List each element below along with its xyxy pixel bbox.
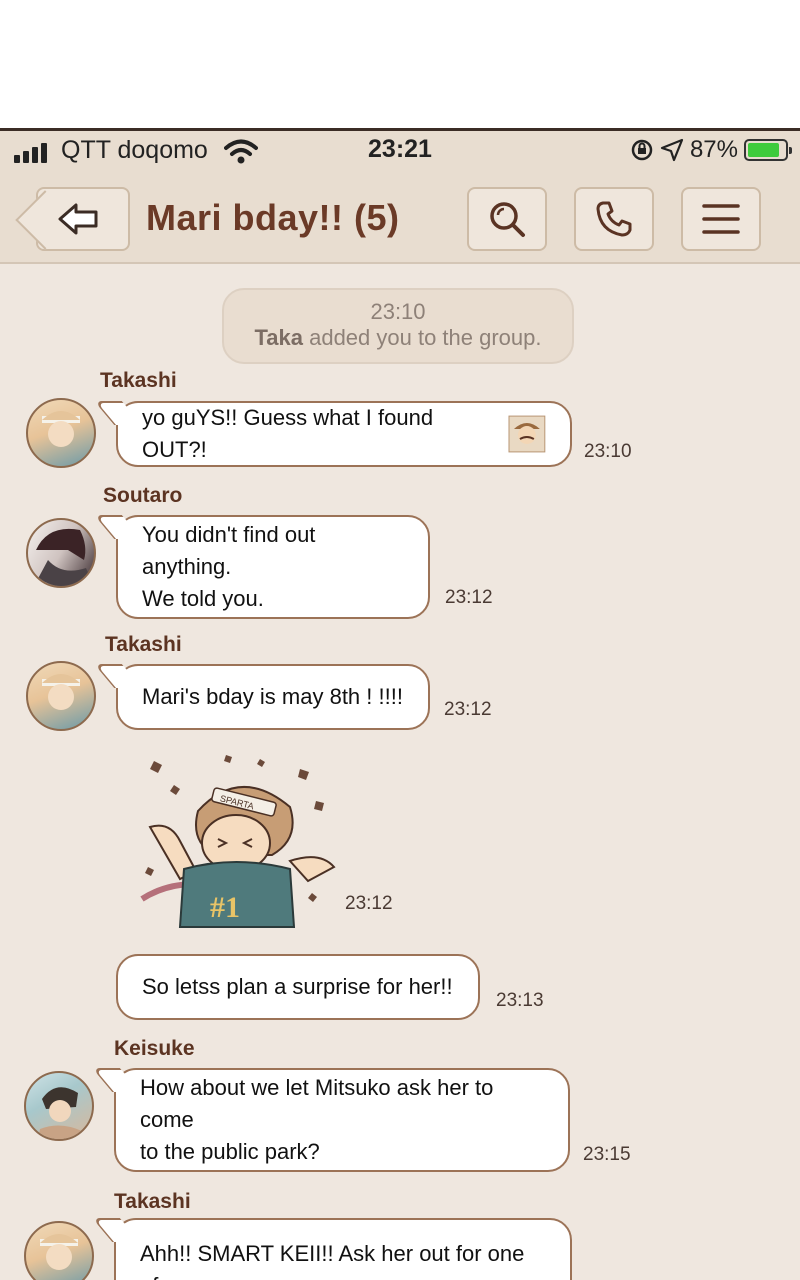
message-time: 23:12 bbox=[444, 699, 492, 720]
message-text-line: We told you. bbox=[142, 586, 264, 611]
system-text: Taka added you to the group. bbox=[224, 325, 572, 351]
avatar[interactable] bbox=[24, 1221, 94, 1280]
phone-icon bbox=[596, 201, 632, 237]
message-text: yo guYS!! Guess what I found OUT?! bbox=[142, 405, 434, 462]
avatar-image bbox=[38, 1087, 82, 1139]
search-button[interactable] bbox=[467, 187, 547, 251]
sender-name: Takashi bbox=[100, 369, 177, 392]
chat-title: Mari bday!! (5) bbox=[146, 197, 400, 238]
chat-header: QTT doqomo 23:21 87% Mari bday!! (5) bbox=[0, 131, 800, 264]
battery-percent: 87% bbox=[689, 136, 738, 163]
menu-icon bbox=[702, 204, 740, 234]
message-text: Ahh!! SMART KEII!! Ask her out for one o… bbox=[140, 1241, 525, 1280]
sender-name: Soutaro bbox=[103, 484, 183, 507]
status-bar: QTT doqomo 23:21 87% bbox=[0, 131, 800, 171]
avatar-image bbox=[34, 528, 94, 586]
system-time: 23:10 bbox=[370, 299, 426, 324]
sender-name: Keisuke bbox=[114, 1037, 195, 1060]
top-blank-area bbox=[0, 0, 800, 128]
message-text-line: You didn't find out anything. bbox=[142, 522, 316, 579]
chat-app: QTT doqomo 23:21 87% Mari bday!! (5) 23:… bbox=[0, 128, 800, 1280]
message-time: 23:10 bbox=[584, 441, 632, 462]
message-text: So letss plan a surprise for her!! bbox=[142, 974, 453, 999]
message-bubble: You didn't find out anything. We told yo… bbox=[116, 515, 430, 619]
avatar-image bbox=[42, 411, 80, 447]
back-button[interactable] bbox=[36, 187, 130, 251]
avatar-image bbox=[40, 1234, 78, 1270]
message-time: 23:13 bbox=[496, 990, 544, 1011]
message-time: 23:15 bbox=[583, 1144, 631, 1165]
system-body: added you to the group. bbox=[302, 325, 542, 350]
mustache-emoji-icon bbox=[508, 415, 546, 453]
message-text-line: How about we let Mitsuko ask her to come bbox=[140, 1075, 494, 1132]
message-time: 23:12 bbox=[445, 587, 493, 608]
sender-name: Takashi bbox=[105, 633, 182, 656]
message-bubble: yo guYS!! Guess what I found OUT?! bbox=[116, 401, 572, 467]
message-text: Mari's bday is may 8th ! !!!! bbox=[142, 684, 403, 709]
message-bubble: How about we let Mitsuko ask her to come… bbox=[114, 1068, 570, 1172]
avatar[interactable] bbox=[26, 661, 96, 731]
status-right: 87% bbox=[630, 136, 792, 164]
message-bubble: Ahh!! SMART KEII!! Ask her out for one o… bbox=[114, 1218, 572, 1280]
system-message: 23:10 Taka added you to the group. bbox=[222, 288, 574, 364]
location-icon bbox=[660, 138, 684, 162]
system-actor: Taka bbox=[254, 325, 303, 350]
message-text-line: to the public park? bbox=[140, 1139, 320, 1164]
back-arrow-icon bbox=[58, 203, 98, 235]
message-time: 23:12 bbox=[345, 893, 393, 914]
sender-name: Takashi bbox=[114, 1190, 191, 1213]
menu-button[interactable] bbox=[681, 187, 761, 251]
avatar[interactable] bbox=[26, 518, 96, 588]
sticker-image[interactable]: SPARTA #1 bbox=[140, 751, 340, 931]
call-button[interactable] bbox=[574, 187, 654, 251]
screen: QTT doqomo 23:21 87% Mari bday!! (5) 23:… bbox=[0, 0, 800, 1280]
search-icon bbox=[490, 202, 525, 237]
message-bubble: Mari's bday is may 8th ! !!!! bbox=[116, 664, 430, 730]
avatar-image bbox=[42, 674, 80, 710]
avatar[interactable] bbox=[24, 1071, 94, 1141]
rotation-lock-icon bbox=[631, 139, 653, 161]
avatar[interactable] bbox=[26, 398, 96, 468]
battery-icon bbox=[744, 139, 792, 161]
sticker-jersey-number: #1 bbox=[210, 891, 240, 924]
message-bubble: So letss plan a surprise for her!! bbox=[116, 954, 480, 1020]
